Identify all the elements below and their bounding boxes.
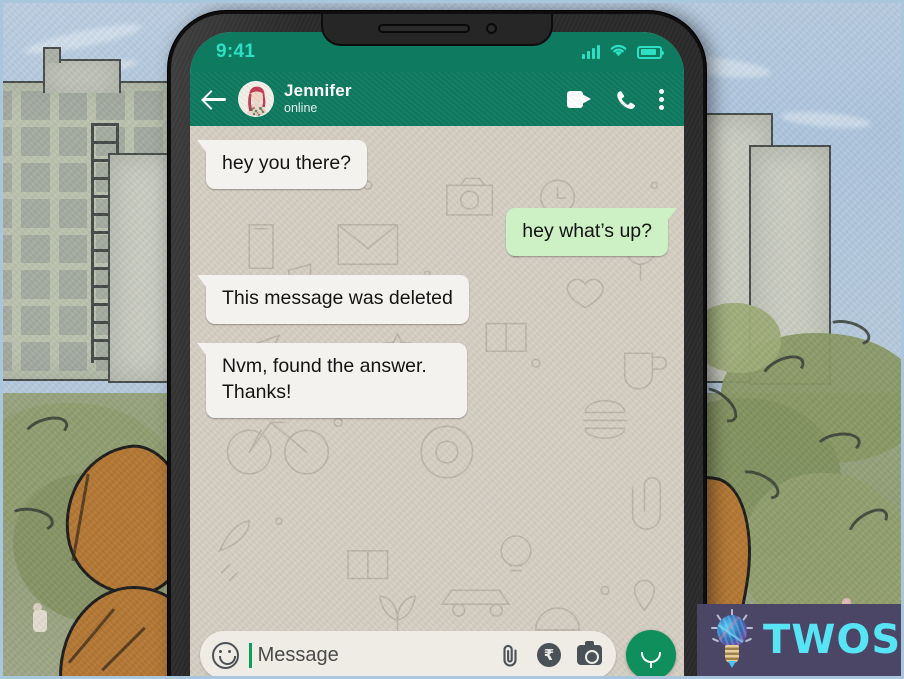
input-actions: ₹ (499, 641, 602, 667)
message-bubble-outgoing[interactable]: hey what’s up? (506, 207, 677, 257)
twos-watermark: TWOS (697, 604, 901, 676)
message-input-bar: Message ₹ (190, 628, 684, 676)
back-arrow-icon[interactable] (202, 88, 228, 110)
phone-screen: 9:41 Jennifer online hey you there? hey … (190, 32, 684, 676)
twos-brand-text: TWOS (763, 617, 902, 663)
conversation-area: hey you there? hey what’s up? This messa… (190, 126, 684, 676)
message-row: This message was deleted (197, 275, 670, 325)
microphone-button[interactable] (626, 630, 676, 676)
contact-name: Jennifer (284, 80, 352, 100)
smartphone-mockup: 9:41 Jennifer online hey you there? hey … (168, 11, 706, 676)
wifi-icon (609, 43, 628, 62)
chat-header: Jennifer online (190, 72, 684, 126)
phone-handset-icon[interactable] (615, 89, 636, 109)
rooftop-structure (43, 59, 121, 93)
status-bar-clock: 9:41 (216, 41, 256, 62)
message-input-placeholder: Message (257, 643, 339, 666)
rooftop-vent (43, 47, 61, 63)
message-list: hey you there? hey what’s up? This messa… (190, 140, 684, 626)
contact-avatar[interactable] (238, 81, 274, 117)
earpiece-speaker (377, 23, 470, 33)
header-actions (567, 88, 666, 110)
screenshot-canvas: 9:41 Jennifer online hey you there? hey … (0, 0, 904, 679)
status-bar-icons (582, 43, 664, 62)
microphone-icon (641, 642, 661, 668)
smiley-face-icon[interactable] (212, 641, 239, 669)
message-row: hey what’s up? (204, 207, 677, 257)
more-vertical-icon[interactable] (659, 88, 664, 110)
building (108, 153, 176, 383)
video-camera-icon[interactable] (567, 90, 591, 108)
message-input-field[interactable]: Message ₹ (200, 631, 616, 676)
contact-presence: online (284, 101, 318, 116)
battery-icon (637, 45, 664, 59)
paperclip-icon[interactable] (499, 643, 521, 667)
message-bubble-incoming[interactable]: Nvm, found the answer. Thanks! (197, 343, 467, 418)
pedestrian (33, 603, 47, 632)
message-bubble-deleted[interactable]: This message was deleted (197, 275, 469, 325)
signal-bars-icon (582, 45, 600, 59)
message-row: hey you there? (196, 140, 670, 189)
message-bubble-incoming[interactable]: hey you there? (196, 140, 368, 189)
text-cursor (249, 642, 252, 668)
message-row: Nvm, found the answer. Thanks! (197, 343, 670, 418)
contact-info[interactable]: Jennifer online (284, 80, 557, 116)
lightbulb-icon (709, 609, 755, 669)
camera-icon[interactable] (577, 641, 602, 665)
rupee-payment-icon[interactable]: ₹ (537, 643, 561, 667)
phone-notch (321, 14, 553, 46)
front-camera (485, 22, 497, 34)
